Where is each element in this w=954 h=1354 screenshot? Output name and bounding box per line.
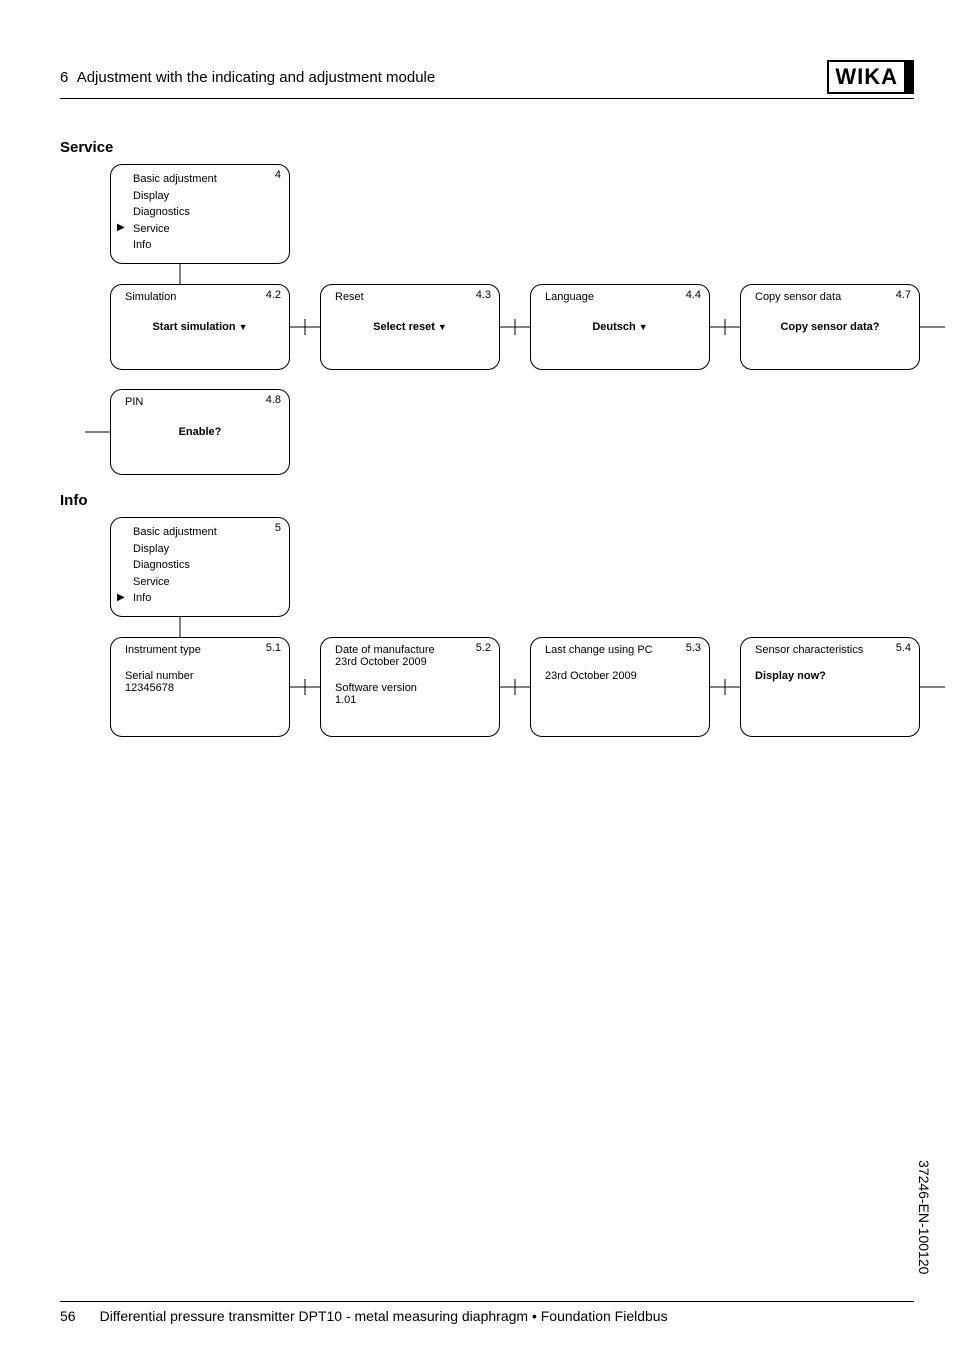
menu-number: 5 — [275, 522, 281, 534]
service-menu-box: 4 Basic adjustment Display Diagnostics ▶… — [110, 164, 290, 264]
page-footer: 56 Differential pressure transmitter DPT… — [60, 1301, 914, 1324]
document-code: 37246-EN-100120 — [916, 1160, 932, 1274]
language-box: 4.4 Language Deutsch — [530, 284, 710, 370]
info-value: 12345678 — [125, 682, 289, 694]
chapter-number: 6 — [60, 69, 68, 86]
info-label: Date of manufacture — [335, 644, 499, 656]
page-number: 56 — [60, 1308, 76, 1324]
info-value: 1.01 — [335, 694, 499, 706]
menu-item: Info — [133, 237, 289, 254]
menu-item: Display — [133, 188, 289, 205]
info-label: Sensor characteristics — [755, 644, 919, 656]
info-heading: Info — [60, 492, 914, 509]
box-number: 5.1 — [266, 642, 281, 654]
box-number: 5.4 — [896, 642, 911, 654]
sensor-characteristics-box: 5.4 Sensor characteristics Display now? — [740, 637, 920, 737]
box-number: 5.3 — [686, 642, 701, 654]
info-value: 23rd October 2009 — [335, 656, 499, 668]
box-number: 5.2 — [476, 642, 491, 654]
info-menu-box: 5 Basic adjustment Display Diagnostics S… — [110, 517, 290, 617]
menu-item: Diagnostics — [133, 557, 289, 574]
box-number: 4.2 — [266, 289, 281, 301]
menu-item: Service — [133, 574, 289, 591]
info-label: Last change using PC — [545, 644, 709, 656]
date-manufacture-box: 5.2 Date of manufacture 23rd October 200… — [320, 637, 500, 737]
copy-sensor-box: 4.7 Copy sensor data Copy sensor data? — [740, 284, 920, 370]
box-action: Deutsch — [531, 321, 709, 333]
menu-item-selected: Info — [133, 590, 289, 607]
menu-item: Basic adjustment — [133, 524, 289, 541]
simulation-box: 4.2 Simulation Start simulation — [110, 284, 290, 370]
box-number: 4.3 — [476, 289, 491, 301]
last-change-box: 5.3 Last change using PC 23rd October 20… — [530, 637, 710, 737]
menu-item: Diagnostics — [133, 204, 289, 221]
info-value: 23rd October 2009 — [545, 670, 709, 682]
info-label: Serial number — [125, 670, 289, 682]
instrument-type-box: 5.1 Instrument type Serial number 123456… — [110, 637, 290, 737]
wika-logo: WIKA — [827, 60, 914, 94]
box-action: Start simulation — [111, 321, 289, 333]
box-title: Reset — [321, 285, 499, 303]
chapter-heading: 6 Adjustment with the indicating and adj… — [60, 69, 435, 86]
triangle-right-icon: ▶ — [117, 220, 125, 235]
box-title: Language — [531, 285, 709, 303]
box-number: 4.7 — [896, 289, 911, 301]
info-label: Software version — [335, 682, 499, 694]
box-number: 4.8 — [266, 394, 281, 406]
menu-item-selected: Service — [133, 221, 289, 238]
triangle-right-icon: ▶ — [117, 590, 125, 605]
box-action: Enable? — [111, 426, 289, 438]
box-number: 4.4 — [686, 289, 701, 301]
menu-number: 4 — [275, 169, 281, 181]
box-title: PIN — [111, 390, 289, 408]
chapter-title: Adjustment with the indicating and adjus… — [77, 69, 436, 86]
box-title: Copy sensor data — [741, 285, 919, 303]
reset-box: 4.3 Reset Select reset — [320, 284, 500, 370]
box-action: Display now? — [755, 670, 919, 682]
footer-text: Differential pressure transmitter DPT10 … — [100, 1308, 668, 1324]
page-header: 6 Adjustment with the indicating and adj… — [60, 60, 914, 99]
menu-item: Display — [133, 541, 289, 558]
box-action: Copy sensor data? — [741, 321, 919, 333]
menu-item: Basic adjustment — [133, 171, 289, 188]
pin-box: 4.8 PIN Enable? — [110, 389, 290, 475]
info-label: Instrument type — [125, 644, 289, 656]
box-title: Simulation — [111, 285, 289, 303]
box-action: Select reset — [321, 321, 499, 333]
service-heading: Service — [60, 139, 914, 156]
